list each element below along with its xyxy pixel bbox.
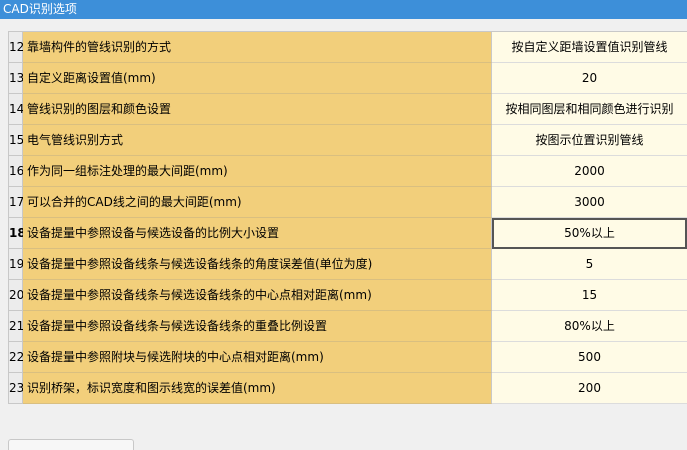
option-value[interactable]: 2000 (492, 156, 687, 187)
row-number: 23 (9, 373, 24, 404)
option-value[interactable]: 500 (492, 342, 687, 373)
option-label: 设备提量中参照设备线条与候选设备线条的中心点相对距离(mm) (23, 280, 492, 311)
option-label: 电气管线识别方式 (23, 125, 492, 156)
row-number: 22 (9, 342, 24, 373)
row-number: 17 (9, 187, 24, 218)
row-number: 15 (9, 125, 24, 156)
table-row[interactable]: 21 设备提量中参照设备线条与候选设备线条的重叠比例设置 80%以上 (9, 311, 687, 342)
table-row[interactable]: 16 作为同一组标注处理的最大间距(mm) 2000 (9, 156, 687, 187)
row-number: 20 (9, 280, 24, 311)
table-row[interactable]: 14 管线识别的图层和颜色设置 按相同图层和相同颜色进行识别 (9, 94, 687, 125)
options-grid: 12 靠墙构件的管线识别的方式 按自定义距墙设置值识别管线 13 自定义距离设置… (8, 31, 687, 404)
option-label: 自定义距离设置值(mm) (23, 63, 492, 94)
option-label: 可以合并的CAD线之间的最大间距(mm) (23, 187, 492, 218)
title-bar: CAD识别选项 (0, 0, 687, 19)
row-number: 14 (9, 94, 24, 125)
option-value[interactable]: 200 (492, 373, 687, 404)
option-label: 靠墙构件的管线识别的方式 (23, 32, 492, 63)
option-value[interactable]: 80%以上 (492, 311, 687, 342)
table-row[interactable]: 17 可以合并的CAD线之间的最大间距(mm) 3000 (9, 187, 687, 218)
option-value[interactable]: 5 (492, 249, 687, 280)
row-number: 12 (9, 32, 24, 63)
row-number: 13 (9, 63, 24, 94)
row-number: 19 (9, 249, 24, 280)
option-label: 作为同一组标注处理的最大间距(mm) (23, 156, 492, 187)
bottom-tab[interactable] (8, 439, 134, 450)
row-number: 21 (9, 311, 24, 342)
table-row[interactable]: 20 设备提量中参照设备线条与候选设备线条的中心点相对距离(mm) 15 (9, 280, 687, 311)
option-label: 设备提量中参照设备与候选设备的比例大小设置 (23, 218, 492, 249)
table-row[interactable]: 13 自定义距离设置值(mm) 20 (9, 63, 687, 94)
option-label: 设备提量中参照设备线条与候选设备线条的重叠比例设置 (23, 311, 492, 342)
option-value[interactable]: 按图示位置识别管线 (492, 125, 687, 156)
table-row-selected[interactable]: 18 设备提量中参照设备与候选设备的比例大小设置 50%以上 (9, 218, 687, 249)
option-label: 识别桥架，标识宽度和图示线宽的误差值(mm) (23, 373, 492, 404)
table-row[interactable]: 23 识别桥架，标识宽度和图示线宽的误差值(mm) 200 (9, 373, 687, 404)
table-row[interactable]: 15 电气管线识别方式 按图示位置识别管线 (9, 125, 687, 156)
option-label: 设备提量中参照附块与候选附块的中心点相对距离(mm) (23, 342, 492, 373)
window-title: CAD识别选项 (3, 2, 77, 16)
option-value-selected[interactable]: 50%以上 (492, 218, 687, 249)
table-row[interactable]: 12 靠墙构件的管线识别的方式 按自定义距墙设置值识别管线 (9, 32, 687, 63)
option-value[interactable]: 按相同图层和相同颜色进行识别 (492, 94, 687, 125)
option-value[interactable]: 20 (492, 63, 687, 94)
table-row[interactable]: 19 设备提量中参照设备线条与候选设备线条的角度误差值(单位为度) 5 (9, 249, 687, 280)
option-label: 设备提量中参照设备线条与候选设备线条的角度误差值(单位为度) (23, 249, 492, 280)
option-value[interactable]: 3000 (492, 187, 687, 218)
row-number: 16 (9, 156, 24, 187)
option-label: 管线识别的图层和颜色设置 (23, 94, 492, 125)
option-value[interactable]: 按自定义距墙设置值识别管线 (492, 32, 687, 63)
option-value[interactable]: 15 (492, 280, 687, 311)
row-number: 18 (9, 218, 26, 249)
table-row[interactable]: 22 设备提量中参照附块与候选附块的中心点相对距离(mm) 500 (9, 342, 687, 373)
